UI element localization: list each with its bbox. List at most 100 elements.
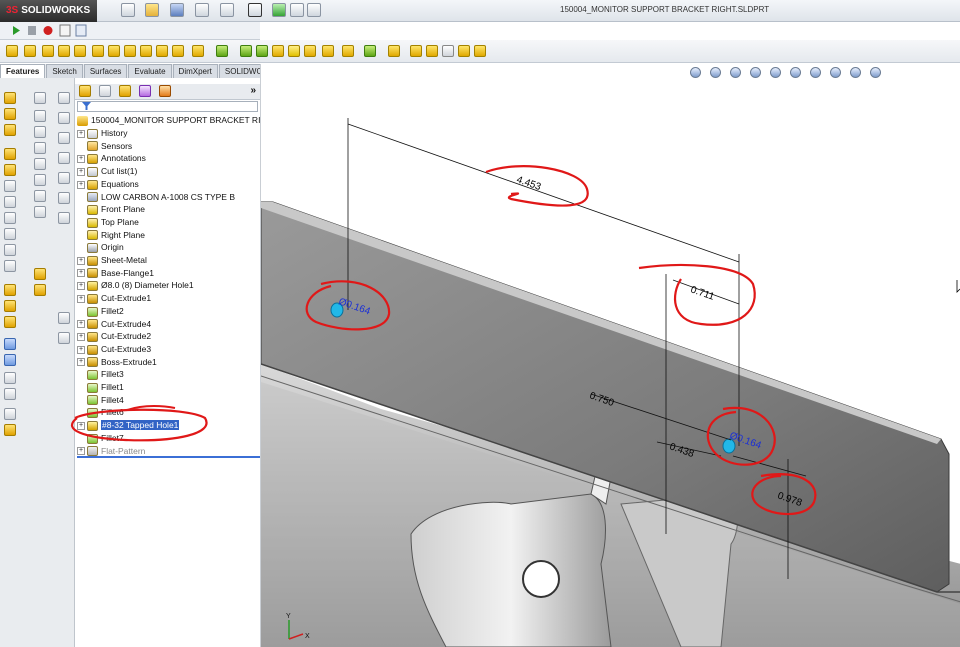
expand-toggle-icon[interactable]: +: [77, 155, 85, 164]
mirror-icon[interactable]: [322, 45, 334, 57]
dim-overall[interactable]: 4.453: [515, 174, 543, 193]
curves-icon[interactable]: [364, 45, 376, 57]
extend-entities-icon[interactable]: [58, 112, 70, 124]
flatten-icon[interactable]: [4, 354, 16, 366]
shell-icon[interactable]: [272, 45, 284, 57]
closed-corner-icon[interactable]: [4, 228, 16, 240]
edit-macro-icon[interactable]: [75, 24, 87, 37]
tree-item-fillet4[interactable]: Fillet4: [77, 394, 124, 407]
arc-tool-icon[interactable]: [34, 142, 46, 154]
extruded-cut-icon[interactable]: [92, 45, 104, 57]
break-corner-icon[interactable]: [4, 260, 16, 272]
tree-item-cut-extrude1[interactable]: + Cut-Extrude1: [77, 292, 151, 305]
tree-item-8-0-8-diameter-hole1[interactable]: + Ø8.0 (8) Diameter Hole1: [77, 279, 194, 292]
forming-tool-icon[interactable]: [4, 284, 16, 296]
tree-item-boss-extrude1[interactable]: + Boss-Extrude1: [77, 356, 157, 369]
swept-boss-icon[interactable]: [42, 45, 54, 57]
hole-wizard-icon[interactable]: [108, 45, 120, 57]
expand-toggle-icon[interactable]: +: [77, 358, 85, 367]
tree-item-fillet6[interactable]: Fillet6: [77, 406, 124, 419]
tree-item-origin[interactable]: Origin: [77, 241, 124, 254]
convert-entities-icon[interactable]: [58, 172, 70, 184]
hide-show-items-icon[interactable]: [810, 67, 821, 78]
convert-to-sheet-metal-icon[interactable]: [4, 424, 16, 436]
offset-entities-icon[interactable]: [58, 132, 70, 144]
tree-item-annotations[interactable]: + Annotations: [77, 152, 146, 165]
expand-toggle-icon[interactable]: +: [77, 320, 85, 329]
mirror-entities-icon[interactable]: [58, 152, 70, 164]
sketch-pattern-icon[interactable]: [58, 192, 70, 204]
base-flange-tool-icon[interactable]: [4, 108, 16, 120]
add-relation-icon[interactable]: [34, 284, 46, 296]
tab-features[interactable]: Features: [0, 64, 46, 78]
tree-item-cut-list-1[interactable]: + Cut list(1): [77, 165, 137, 178]
zoom-to-area-icon[interactable]: [710, 67, 721, 78]
expand-toggle-icon[interactable]: +: [77, 294, 85, 303]
hem-tool-icon[interactable]: [4, 164, 16, 176]
display-relations-icon[interactable]: [58, 312, 70, 324]
trim-entities-icon[interactable]: [58, 92, 70, 104]
undo-icon[interactable]: [220, 3, 234, 17]
intersect-icon[interactable]: [304, 45, 316, 57]
tree-filter-input[interactable]: [77, 101, 258, 112]
tree-item-history[interactable]: + History: [77, 127, 127, 140]
swept-cut-icon[interactable]: [140, 45, 152, 57]
instant3d-icon[interactable]: [388, 45, 400, 57]
expand-toggle-icon[interactable]: +: [77, 180, 85, 189]
delete-face-icon[interactable]: [474, 45, 486, 57]
ellipse-tool-icon[interactable]: [34, 190, 46, 202]
no-bends-icon[interactable]: [4, 372, 16, 384]
lofted-cut-icon[interactable]: [156, 45, 168, 57]
tree-item-low-carbon-a-1008-cs-type-b[interactable]: LOW CARBON A-1008 CS TYPE B: [77, 191, 235, 204]
insert-bends-icon[interactable]: [4, 408, 16, 420]
tree-item-fillet2[interactable]: Fillet2: [77, 305, 124, 318]
revolved-boss-icon[interactable]: [24, 45, 36, 57]
draft-icon[interactable]: [256, 45, 268, 57]
rib-icon[interactable]: [240, 45, 252, 57]
tree-root-part[interactable]: 150004_MONITOR SUPPORT BRACKET RIGHT: [77, 114, 278, 127]
move-entities-icon[interactable]: [58, 212, 70, 224]
zoom-to-fit-icon[interactable]: [690, 67, 701, 78]
new-macro-icon[interactable]: [59, 24, 71, 37]
unfold-icon[interactable]: [4, 316, 16, 328]
tree-item-base-flange1[interactable]: + Base-Flange1: [77, 267, 154, 280]
welded-corner-icon[interactable]: [4, 244, 16, 256]
split-icon[interactable]: [410, 45, 422, 57]
save-icon[interactable]: [170, 3, 184, 17]
graphics-viewport[interactable]: 4.453 0.711 0.978 Ø0.164 Ø0.164 0.750 0.…: [260, 64, 960, 647]
tab-evaluate[interactable]: Evaluate: [128, 64, 172, 78]
expand-toggle-icon[interactable]: +: [77, 269, 85, 278]
open-folder-icon[interactable]: [145, 3, 159, 17]
rollback-bar[interactable]: [77, 456, 260, 458]
tab-surfaces[interactable]: Surfaces: [83, 64, 128, 78]
dim-offset[interactable]: 0.711: [689, 284, 716, 302]
fillet-tool-icon[interactable]: [192, 45, 204, 57]
expand-panel-icon[interactable]: »: [250, 85, 256, 96]
linear-pattern-icon[interactable]: [216, 45, 228, 57]
combine-icon[interactable]: [426, 45, 438, 57]
tree-item-right-plane[interactable]: Right Plane: [77, 229, 145, 242]
record-macro-icon[interactable]: [43, 26, 53, 35]
repair-sketch-icon[interactable]: [58, 332, 70, 344]
tree-item-sheet-metal[interactable]: + Sheet-Metal: [77, 254, 147, 267]
configuration-manager-tab-icon[interactable]: [119, 85, 131, 97]
dimxpert-manager-tab-icon[interactable]: [139, 85, 151, 97]
run-macro-icon[interactable]: [13, 26, 20, 35]
sketched-bend-icon[interactable]: [4, 196, 16, 208]
edit-appearance-icon[interactable]: [830, 67, 841, 78]
view-orientation-icon[interactable]: [770, 67, 781, 78]
print-icon[interactable]: [195, 3, 209, 17]
revolved-cut-icon[interactable]: [124, 45, 136, 57]
expand-toggle-icon[interactable]: +: [77, 129, 85, 138]
stop-macro-icon[interactable]: [28, 26, 36, 35]
expand-toggle-icon[interactable]: +: [77, 447, 85, 456]
polygon-tool-icon[interactable]: [34, 158, 46, 170]
previous-view-icon[interactable]: [730, 67, 741, 78]
tree-item-top-plane[interactable]: Top Plane: [77, 216, 139, 229]
circle-tool-icon[interactable]: [34, 126, 46, 138]
select-arrow-icon[interactable]: [248, 3, 262, 17]
solidworks-logo[interactable]: 3S SOLIDWORKS: [0, 0, 97, 22]
spline-tool-icon[interactable]: [34, 174, 46, 186]
cross-break-icon[interactable]: [4, 212, 16, 224]
tab-sketch[interactable]: Sketch: [46, 64, 83, 78]
